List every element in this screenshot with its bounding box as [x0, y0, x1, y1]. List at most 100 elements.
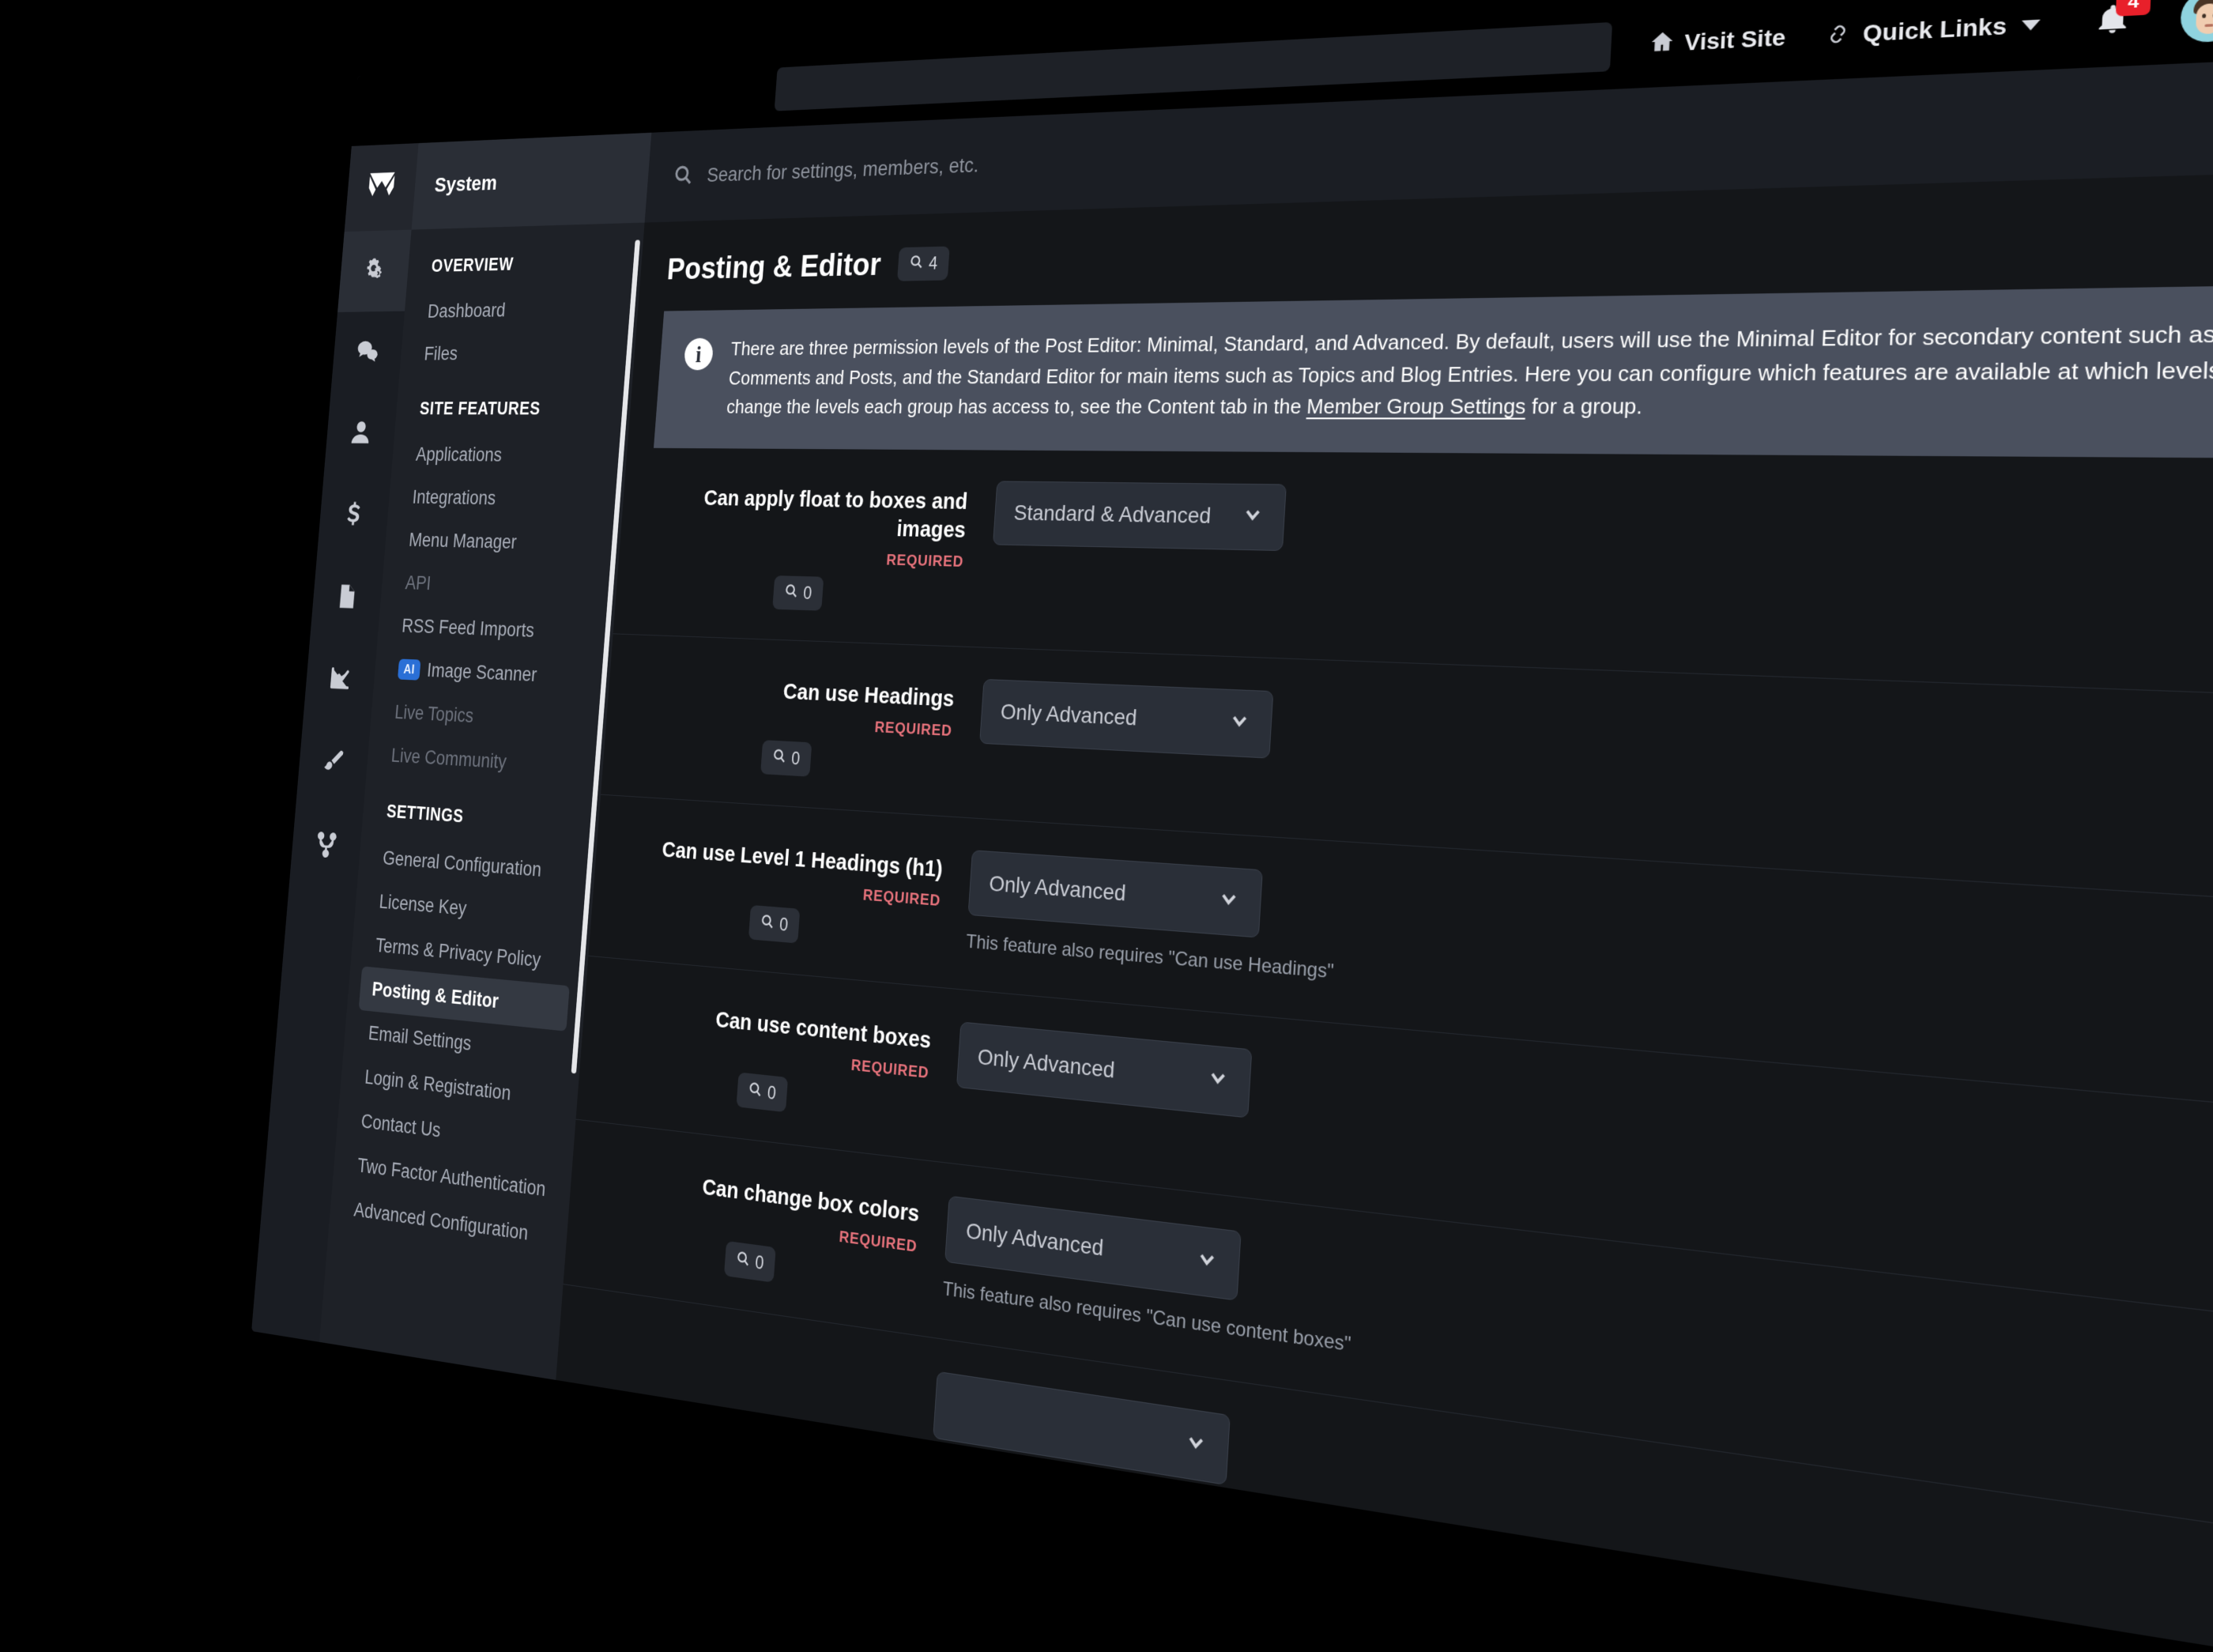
bell-icon	[2094, 23, 2130, 40]
setting-count-badge[interactable]: 0	[737, 1072, 788, 1112]
visit-site-button[interactable]: Visit Site	[1649, 22, 1787, 60]
sidebar-item-files[interactable]: Files	[399, 330, 636, 375]
quick-links-button[interactable]: Quick Links	[1825, 9, 2041, 51]
rail-item-support[interactable]	[289, 802, 364, 891]
setting-count-badge[interactable]: 0	[760, 740, 812, 777]
avatar-mouth	[2204, 24, 2213, 27]
setting-field-block: Only Advanced	[979, 679, 2213, 810]
person-icon	[348, 417, 375, 450]
secondary-nav-header: System	[412, 133, 652, 230]
search-input-placeholder: Search for settings, members, etc.	[707, 153, 980, 187]
sidebar-item-label: RSS Feed Imports	[401, 615, 535, 642]
sidebar-item-dashboard[interactable]: Dashboard	[403, 286, 640, 333]
sidebar-item-applications[interactable]: Applications	[391, 433, 628, 478]
invision-logo-icon[interactable]	[345, 143, 419, 232]
permission-level-select[interactable]: Standard & Advanced	[993, 481, 1287, 551]
select-value: Only Advanced	[1000, 700, 1137, 731]
page-title-search-badge[interactable]: 4	[897, 246, 950, 281]
required-badge: REQUIRED	[645, 546, 964, 571]
search-icon	[735, 1249, 751, 1272]
permission-level-select[interactable]: Only Advanced	[956, 1022, 1252, 1118]
sidebar-item-label: Menu Manager	[408, 530, 517, 554]
sidebar-item-label: Live Community	[390, 745, 507, 774]
search-icon	[783, 583, 798, 603]
sidebar-item-label: Integrations	[412, 486, 497, 509]
sidebar-item-label: Login & Registration	[364, 1066, 511, 1106]
search-icon	[672, 163, 694, 190]
setting-field-block: Standard & Advanced	[993, 481, 2213, 571]
permission-level-select[interactable]: Only Advanced	[979, 679, 1273, 759]
setting-count-badge[interactable]: 0	[772, 575, 824, 611]
chevron-down-icon	[1216, 885, 1241, 917]
select-value: Only Advanced	[965, 1218, 1104, 1262]
sidebar-item-menu-manager[interactable]: Menu Manager	[384, 519, 622, 568]
page-title: Posting & Editor	[666, 247, 882, 287]
sidebar-item-integrations[interactable]: Integrations	[387, 476, 624, 522]
sidebar-item-label: Terms & Privacy Policy	[375, 934, 541, 972]
setting-title: Can use Headings	[635, 672, 956, 715]
sidebar-item-label: Image Scanner	[426, 659, 537, 686]
rail-item-community[interactable]	[330, 311, 405, 394]
dollar-icon	[341, 499, 368, 532]
sidebar-item-label: API	[405, 572, 432, 595]
badge-count: 4	[928, 253, 938, 273]
info-notice: i There are three permission levels of t…	[654, 285, 2213, 458]
info-icon: i	[684, 338, 714, 371]
gears-icon	[361, 255, 388, 288]
main-content: Search for settings, members, etc. Posti…	[556, 57, 2213, 1652]
rail-item-pages[interactable]	[310, 556, 384, 640]
badge-count: 0	[779, 915, 789, 936]
sidebar-item-label: License Key	[379, 891, 468, 921]
sidebar-item-label: Files	[424, 343, 458, 365]
rail-item-customization[interactable]	[296, 720, 371, 807]
select-value: Standard & Advanced	[1013, 500, 1212, 529]
sidebar-item-label: Applications	[415, 443, 503, 466]
git-branch-icon	[313, 829, 340, 864]
setting-label-block: Can change box colors REQUIRED 0	[592, 1153, 921, 1302]
paint-brush-icon	[320, 746, 347, 781]
info-notice-text: There are three permission levels of the…	[726, 316, 2213, 424]
search-icon	[908, 253, 924, 273]
badge-count: 0	[767, 1082, 777, 1104]
setting-label-block: Can apply float to boxes and images REQU…	[642, 477, 969, 615]
setting-count-badge[interactable]: 0	[748, 905, 800, 944]
avatar[interactable]	[2180, 0, 2213, 43]
setting-title: Can apply float to boxes and images	[647, 484, 968, 545]
setting-label-block: Can use Headings REQUIRED 0	[629, 665, 956, 785]
quick-links-label: Quick Links	[1862, 13, 2008, 47]
sidebar-item-label: Contact Us	[360, 1110, 442, 1142]
chart-line-icon	[326, 663, 353, 697]
chevron-down-icon	[1227, 707, 1252, 738]
rail-item-system[interactable]	[337, 230, 411, 312]
chevron-down-icon	[1183, 1428, 1208, 1462]
badge-count: 0	[803, 583, 813, 604]
setting-label-block: Can use content boxes REQUIRED 0	[605, 989, 933, 1128]
speech-bubbles-icon	[354, 336, 381, 368]
notifications-button[interactable]: 4	[2094, 1, 2132, 40]
search-icon	[771, 747, 786, 768]
member-group-settings-link[interactable]: Member Group Settings	[1306, 394, 1527, 418]
rail-item-members[interactable]	[324, 393, 398, 475]
settings-list: Can apply float to boxes and images REQU…	[554, 447, 2213, 1652]
sidebar-item-label: General Configuration	[382, 847, 542, 882]
visit-site-label: Visit Site	[1683, 25, 1786, 56]
rail-item-commerce[interactable]	[317, 474, 391, 557]
setting-count-badge[interactable]: 0	[724, 1241, 776, 1283]
chevron-down-icon	[1194, 1245, 1220, 1279]
badge-count: 0	[790, 748, 801, 769]
nav-group-title-site-features: SITE FEATURES	[394, 374, 633, 434]
rail-item-stats[interactable]	[303, 638, 377, 724]
select-value: Only Advanced	[977, 1044, 1115, 1084]
sidebar-item-api[interactable]: API	[380, 561, 618, 612]
permission-level-select[interactable]	[933, 1371, 1231, 1484]
sidebar-item-label: Email Settings	[368, 1022, 472, 1055]
permission-level-select[interactable]: Only Advanced	[968, 850, 1263, 937]
sidebar-item-label: Posting & Editor	[371, 978, 500, 1013]
admin-app-window: Visit Site Quick Links 4	[251, 0, 2213, 1652]
search-icon	[760, 913, 775, 935]
link-icon	[1825, 19, 1853, 51]
perspective-stage: Visit Site Quick Links 4	[0, 0, 2213, 1383]
ai-badge: AI	[398, 659, 421, 681]
chevron-down-icon	[2022, 20, 2041, 31]
setting-count-wrap: 0	[629, 733, 951, 785]
